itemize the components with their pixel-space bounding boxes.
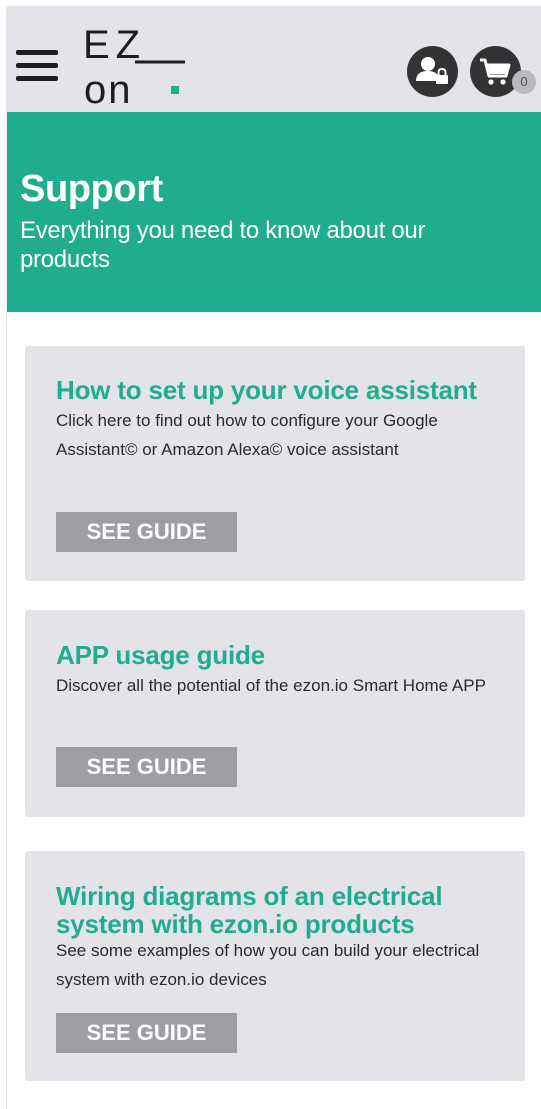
see-guide-button[interactable]: SEE GUIDE [56, 1013, 237, 1053]
guide-card-voice-assistant: How to set up your voice assistant Click… [25, 346, 525, 581]
user-lock-icon[interactable] [407, 46, 458, 97]
logo-text-bottom: on [84, 68, 133, 106]
support-hero: Support Everything you need to know abou… [7, 112, 541, 312]
logo-dot [171, 86, 179, 94]
ezon-logo[interactable]: EZ on [83, 24, 187, 106]
cart-count-badge: 0 [512, 70, 536, 94]
see-guide-button[interactable]: SEE GUIDE [56, 747, 237, 787]
card-title[interactable]: Wiring diagrams of an electrical system … [56, 882, 496, 938]
card-description: Click here to find out how to configure … [56, 411, 438, 459]
card-title[interactable]: APP usage guide [56, 641, 265, 669]
site-header: EZ on 0 [7, 6, 541, 112]
page: EZ on 0 Support Everything you need to k… [6, 6, 541, 1109]
see-guide-button[interactable]: SEE GUIDE [56, 512, 237, 552]
card-title[interactable]: How to set up your voice assistant [56, 376, 477, 404]
page-title: Support [20, 168, 163, 210]
shopping-cart-icon[interactable] [470, 46, 521, 97]
guide-card-wiring-diagrams: Wiring diagrams of an electrical system … [25, 851, 525, 1081]
card-description: See some examples of how you can build y… [56, 941, 480, 989]
card-description: Discover all the potential of the ezon.i… [56, 676, 486, 695]
hamburger-menu-icon[interactable] [16, 48, 58, 84]
page-subtitle: Everything you need to know about our pr… [20, 217, 426, 273]
guide-card-app-usage: APP usage guide Discover all the potenti… [25, 610, 525, 817]
